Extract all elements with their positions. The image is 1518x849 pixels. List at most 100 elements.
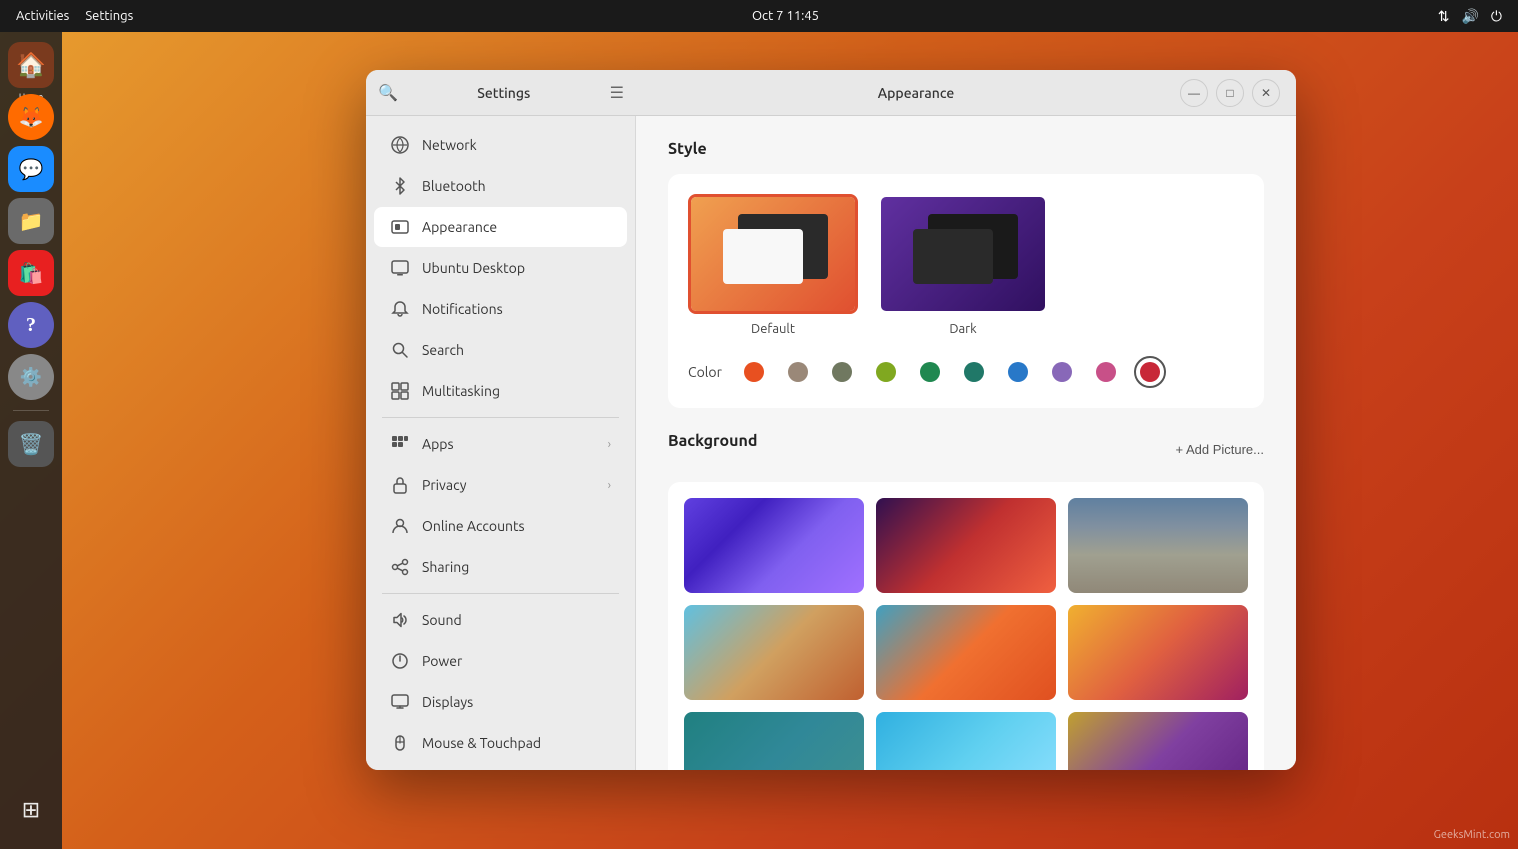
sidebar-item-multitasking[interactable]: Multitasking <box>374 371 627 411</box>
sidebar-item-network[interactable]: Network <box>374 125 627 165</box>
sidebar-item-power[interactable]: Power <box>374 641 627 681</box>
topbar-left: Activities Settings <box>16 9 133 23</box>
window-title-appearance: Appearance <box>652 85 1180 101</box>
dock-item-appstore[interactable]: 🛍️ <box>8 250 54 296</box>
sidebar-item-privacy[interactable]: Privacy › <box>374 465 627 505</box>
color-olive-inner <box>832 362 852 382</box>
sidebar-notifications-label: Notifications <box>422 301 611 317</box>
color-tan-inner <box>788 362 808 382</box>
wallpaper-7[interactable] <box>684 712 864 770</box>
wallpaper-6[interactable] <box>1068 605 1248 700</box>
color-green-inner <box>876 362 896 382</box>
sidebar-item-displays[interactable]: Displays <box>374 682 627 722</box>
sidebar-item-search[interactable]: Search <box>374 330 627 370</box>
sidebar-multitasking-label: Multitasking <box>422 383 611 399</box>
dock-item-files[interactable]: 📁 <box>8 198 54 244</box>
geeksmint-watermark: GeeksMint.com <box>1434 829 1510 841</box>
dock-item-help[interactable]: ? <box>8 302 54 348</box>
color-blue[interactable] <box>1002 356 1034 388</box>
window-controls: — □ ✕ <box>1180 79 1280 107</box>
topbar: Activities Settings Oct 7 11:45 ⇅ 🔊 ⏻ <box>0 0 1518 32</box>
search-icon <box>390 340 410 360</box>
search-icon[interactable]: 🔍 <box>378 83 398 102</box>
sidebar-item-notifications[interactable]: Notifications <box>374 289 627 329</box>
trash-icon: 🗑️ <box>19 432 44 456</box>
color-tan[interactable] <box>782 356 814 388</box>
dock-item-appgrid[interactable]: ⊞ <box>8 787 54 833</box>
color-green[interactable] <box>870 356 902 388</box>
sidebar-appearance-label: Appearance <box>422 219 611 235</box>
sound-icon <box>390 610 410 630</box>
color-dark-teal[interactable] <box>958 356 990 388</box>
close-button[interactable]: ✕ <box>1252 79 1280 107</box>
style-card: Default Dark <box>668 174 1264 408</box>
style-preview-default <box>688 194 858 314</box>
dock-item-home[interactable]: 🏠 Home <box>8 42 54 88</box>
sidebar-item-mouse-touchpad[interactable]: Mouse & Touchpad <box>374 723 627 763</box>
dock-bottom: ⊞ <box>8 787 54 833</box>
sidebar-bluetooth-label: Bluetooth <box>422 178 611 194</box>
dock-item-firefox[interactable]: 🦊 <box>8 94 54 140</box>
color-orange[interactable] <box>738 356 770 388</box>
sidebar-online-accounts-label: Online Accounts <box>422 518 611 534</box>
style-option-default[interactable]: Default <box>688 194 858 336</box>
topbar-datetime: Oct 7 11:45 <box>752 9 819 23</box>
sidebar-separator-2 <box>382 593 619 594</box>
appearance-main: Style Default <box>636 116 1296 770</box>
sidebar-privacy-label: Privacy <box>422 477 596 493</box>
color-teal[interactable] <box>914 356 946 388</box>
wallpaper-4[interactable] <box>684 605 864 700</box>
wallpaper-1[interactable] <box>684 498 864 593</box>
sidebar-item-sharing[interactable]: Sharing <box>374 547 627 587</box>
wallpaper-2[interactable] <box>876 498 1056 593</box>
color-teal-inner <box>920 362 940 382</box>
sidebar-apps-label: Apps <box>422 436 596 452</box>
window-front-default <box>723 229 803 284</box>
color-purple[interactable] <box>1046 356 1078 388</box>
color-row: Color <box>688 356 1244 388</box>
settings-icon: ⚙️ <box>20 367 42 388</box>
add-picture-button[interactable]: + Add Picture... <box>1175 442 1264 457</box>
sidebar-item-appearance[interactable]: Appearance <box>374 207 627 247</box>
color-red-inner <box>1140 362 1160 382</box>
minimize-button[interactable]: — <box>1180 79 1208 107</box>
ubuntu-desktop-icon <box>390 258 410 278</box>
style-preview-dark-bg <box>881 197 1045 311</box>
color-orange-inner <box>744 362 764 382</box>
settings-sidebar: Network Bluetooth Appearance <box>366 116 636 770</box>
displays-icon <box>390 692 410 712</box>
menu-icon[interactable]: ☰ <box>610 83 624 102</box>
style-option-dark[interactable]: Dark <box>878 194 1048 336</box>
dock-item-settings[interactable]: ⚙️ <box>8 354 54 400</box>
sidebar-item-apps[interactable]: Apps › <box>374 424 627 464</box>
power-icon <box>390 651 410 671</box>
wallpaper-9[interactable] <box>1068 712 1248 770</box>
sidebar-item-sound[interactable]: Sound <box>374 600 627 640</box>
color-olive[interactable] <box>826 356 858 388</box>
apps-icon <box>390 434 410 454</box>
style-dark-label: Dark <box>949 322 976 336</box>
wallpaper-8[interactable] <box>876 712 1056 770</box>
sidebar-item-online-accounts[interactable]: Online Accounts <box>374 506 627 546</box>
color-pink[interactable] <box>1090 356 1122 388</box>
network-icon <box>390 135 410 155</box>
color-red[interactable] <box>1134 356 1166 388</box>
activities-label[interactable]: Activities <box>16 9 69 23</box>
mouse-icon <box>390 733 410 753</box>
privacy-icon <box>390 475 410 495</box>
multitasking-icon <box>390 381 410 401</box>
network-icon: ⇅ <box>1438 8 1450 25</box>
titlebar-left: 🔍 Settings ☰ <box>366 83 636 102</box>
files-icon: 📁 <box>19 209 44 233</box>
wallpaper-5[interactable] <box>876 605 1056 700</box>
titlebar-right: Appearance — □ ✕ <box>636 79 1296 107</box>
sidebar-item-ubuntu-desktop[interactable]: Ubuntu Desktop <box>374 248 627 288</box>
settings-label[interactable]: Settings <box>85 9 133 23</box>
sidebar-sharing-label: Sharing <box>422 559 611 575</box>
maximize-button[interactable]: □ <box>1216 79 1244 107</box>
sidebar-item-bluetooth[interactable]: Bluetooth <box>374 166 627 206</box>
background-section-title: Background <box>668 432 757 450</box>
dock-item-trash[interactable]: 🗑️ <box>8 421 54 467</box>
wallpaper-3[interactable] <box>1068 498 1248 593</box>
dock-item-chat[interactable]: 💬 <box>8 146 54 192</box>
